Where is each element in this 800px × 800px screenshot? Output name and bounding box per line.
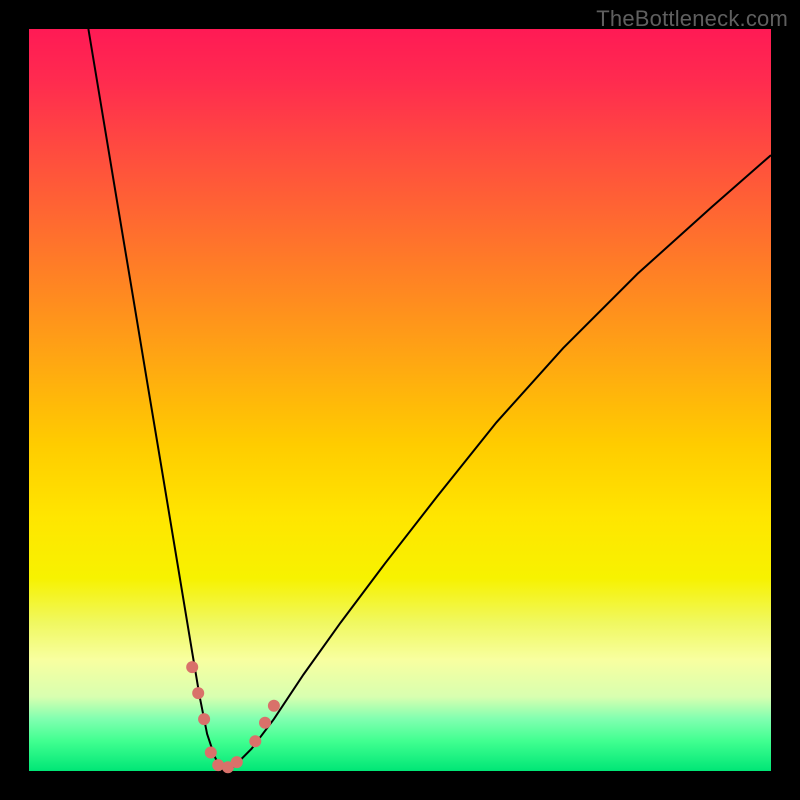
chart-svg <box>29 29 771 771</box>
marker-bottom-1 <box>205 747 217 759</box>
marker-right-3 <box>268 700 280 712</box>
marker-left-1 <box>186 661 198 673</box>
chart-frame: TheBottleneck.com <box>0 0 800 800</box>
marker-left-3 <box>198 713 210 725</box>
marker-bottom-4 <box>231 756 243 768</box>
marker-right-2 <box>259 717 271 729</box>
marker-left-2 <box>192 687 204 699</box>
bottleneck-curve <box>88 29 771 771</box>
marker-right-1 <box>249 735 261 747</box>
marker-group <box>186 661 280 773</box>
plot-area <box>29 29 771 771</box>
